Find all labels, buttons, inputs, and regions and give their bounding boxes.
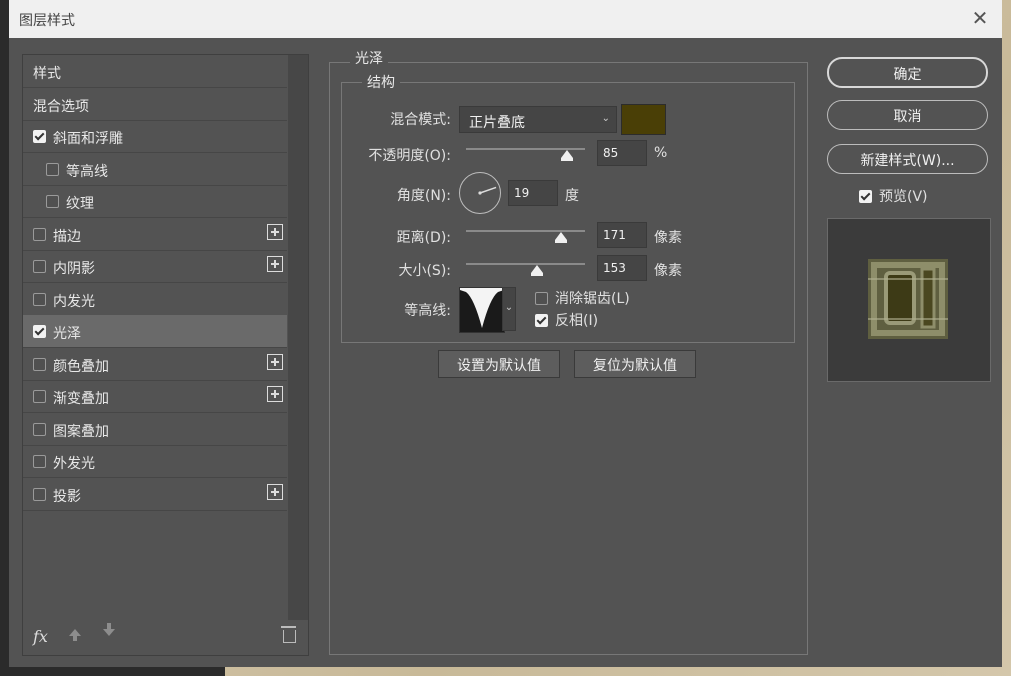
styles-list-item[interactable]: 图案叠加 xyxy=(23,413,287,446)
new-style-button[interactable]: 新建样式(W)... xyxy=(827,144,988,174)
style-item-label: 内阴影 xyxy=(53,261,95,277)
reset-default-button[interactable]: 复位为默认值 xyxy=(574,350,696,378)
move-down-icon[interactable] xyxy=(103,623,115,636)
style-checkbox[interactable] xyxy=(33,130,46,143)
distance-slider-thumb[interactable] xyxy=(555,232,568,243)
ok-button[interactable]: 确定 xyxy=(827,57,988,88)
add-instance-icon[interactable] xyxy=(267,386,283,402)
blend-mode-label: 混合模式: xyxy=(390,112,451,128)
distance-unit: 像素 xyxy=(654,230,682,246)
invert-checkbox[interactable] xyxy=(535,314,548,327)
preview-panel xyxy=(827,218,991,382)
angle-label: 角度(N): xyxy=(396,188,451,204)
distance-input[interactable]: 171 xyxy=(597,222,647,248)
style-item-label: 内发光 xyxy=(53,293,95,310)
size-label: 大小(S): xyxy=(398,263,451,279)
opacity-input[interactable]: 85 xyxy=(597,140,647,166)
angle-dial[interactable] xyxy=(459,172,501,214)
size-slider-thumb[interactable] xyxy=(531,265,544,276)
move-up-icon[interactable] xyxy=(69,629,81,641)
add-instance-icon[interactable] xyxy=(267,256,283,272)
anti-alias-checkbox[interactable] xyxy=(535,292,548,305)
style-item-label: 投影 xyxy=(53,488,81,505)
trash-icon[interactable] xyxy=(281,626,296,643)
styles-list: 样式混合选项斜面和浮雕等高线纹理描边内阴影内发光光泽颜色叠加渐变叠加图案叠加外发… xyxy=(22,54,309,656)
styles-list-item[interactable]: 颜色叠加 xyxy=(23,348,287,381)
close-icon[interactable]: ✕ xyxy=(970,7,990,29)
title-bar: 图层样式 ✕ xyxy=(9,0,1002,38)
preview-checkbox[interactable] xyxy=(859,190,872,203)
style-checkbox[interactable] xyxy=(33,422,46,436)
style-checkbox[interactable] xyxy=(33,357,46,371)
contour-label: 等高线: xyxy=(404,303,451,319)
styles-list-item[interactable]: 斜面和浮雕 xyxy=(23,120,287,153)
style-item-label: 颜色叠加 xyxy=(53,358,109,375)
styles-list-item[interactable]: 渐变叠加 xyxy=(23,380,287,413)
cancel-button[interactable]: 取消 xyxy=(827,100,988,130)
styles-list-item[interactable]: 投影 xyxy=(23,478,287,511)
invert-label: 反相(I) xyxy=(555,313,599,329)
add-instance-icon[interactable] xyxy=(267,223,283,240)
style-checkbox[interactable] xyxy=(33,325,46,338)
size-slider[interactable] xyxy=(466,263,585,265)
layer-style-dialog: 图层样式 ✕ 样式 混合选项 斜面和浮雕 等高线 纹理 描边 内阴影 内发光 光泽 颜色叠加 渐变叠… xyxy=(9,0,1002,667)
opacity-slider-thumb[interactable] xyxy=(561,150,574,161)
blend-mode-select[interactable]: 正片叠底 ⌄ xyxy=(459,106,617,133)
styles-list-item[interactable]: 内发光 xyxy=(23,283,287,316)
style-item-label: 混合选项 xyxy=(33,98,89,115)
opacity-label: 不透明度(O): xyxy=(368,148,451,164)
opacity-unit: % xyxy=(654,145,668,161)
style-checkbox[interactable] xyxy=(33,455,46,468)
angle-unit: 度 xyxy=(565,188,579,204)
window-title: 图层样式 xyxy=(19,13,75,29)
add-instance-icon[interactable] xyxy=(267,483,283,500)
style-item-label: 外发光 xyxy=(53,456,95,472)
style-item-label: 斜面和浮雕 xyxy=(53,131,123,147)
satin-color-swatch[interactable] xyxy=(621,104,666,135)
style-checkbox[interactable] xyxy=(33,487,46,501)
structure-group-title: 结构 xyxy=(362,72,400,92)
styles-list-item[interactable]: 样式 xyxy=(23,55,287,88)
style-checkbox[interactable] xyxy=(46,162,59,176)
style-item-label: 样式 xyxy=(33,66,61,82)
styles-list-item[interactable]: 描边 xyxy=(23,218,287,251)
style-checkbox[interactable] xyxy=(33,292,46,306)
contour-dropdown[interactable]: ⌄ xyxy=(502,287,516,331)
styles-list-item[interactable]: 外发光 xyxy=(23,445,287,478)
style-item-label: 等高线 xyxy=(66,163,108,180)
blend-mode-value: 正片叠底 xyxy=(469,115,525,131)
preview-label: 预览(V) xyxy=(879,189,928,205)
style-item-label: 描边 xyxy=(53,228,81,245)
angle-dial-needle xyxy=(478,186,497,195)
styles-list-footer: fx xyxy=(23,621,308,655)
satin-group-title: 光泽 xyxy=(350,48,388,68)
preview-thumbnail xyxy=(868,259,948,339)
add-instance-icon[interactable] xyxy=(267,353,283,370)
contour-preview[interactable] xyxy=(459,287,505,333)
styles-list-item[interactable]: 纹理 xyxy=(23,185,287,218)
style-checkbox[interactable] xyxy=(33,227,46,241)
styles-list-scrollbar[interactable] xyxy=(288,55,308,620)
size-input[interactable]: 153 xyxy=(597,255,647,281)
styles-list-item[interactable]: 混合选项 xyxy=(23,88,287,121)
angle-input[interactable]: 19 xyxy=(508,180,558,206)
styles-list-item[interactable]: 内阴影 xyxy=(23,250,287,283)
anti-alias-label: 消除锯齿(L) xyxy=(555,291,630,307)
style-item-label: 光泽 xyxy=(53,326,81,342)
style-item-label: 图案叠加 xyxy=(53,423,109,440)
size-unit: 像素 xyxy=(654,263,682,279)
style-checkbox[interactable] xyxy=(46,195,59,208)
contour-curve-icon xyxy=(460,290,504,332)
style-item-label: 纹理 xyxy=(66,196,94,212)
style-item-label: 渐变叠加 xyxy=(53,391,109,407)
set-default-button[interactable]: 设置为默认值 xyxy=(438,350,560,378)
styles-list-item[interactable]: 光泽 xyxy=(23,315,287,348)
style-checkbox[interactable] xyxy=(33,260,46,273)
fx-button[interactable]: fx xyxy=(33,627,48,646)
style-checkbox[interactable] xyxy=(33,390,46,403)
styles-list-item[interactable]: 等高线 xyxy=(23,153,287,186)
chevron-down-icon: ⌄ xyxy=(601,113,610,124)
distance-label: 距离(D): xyxy=(396,230,451,246)
